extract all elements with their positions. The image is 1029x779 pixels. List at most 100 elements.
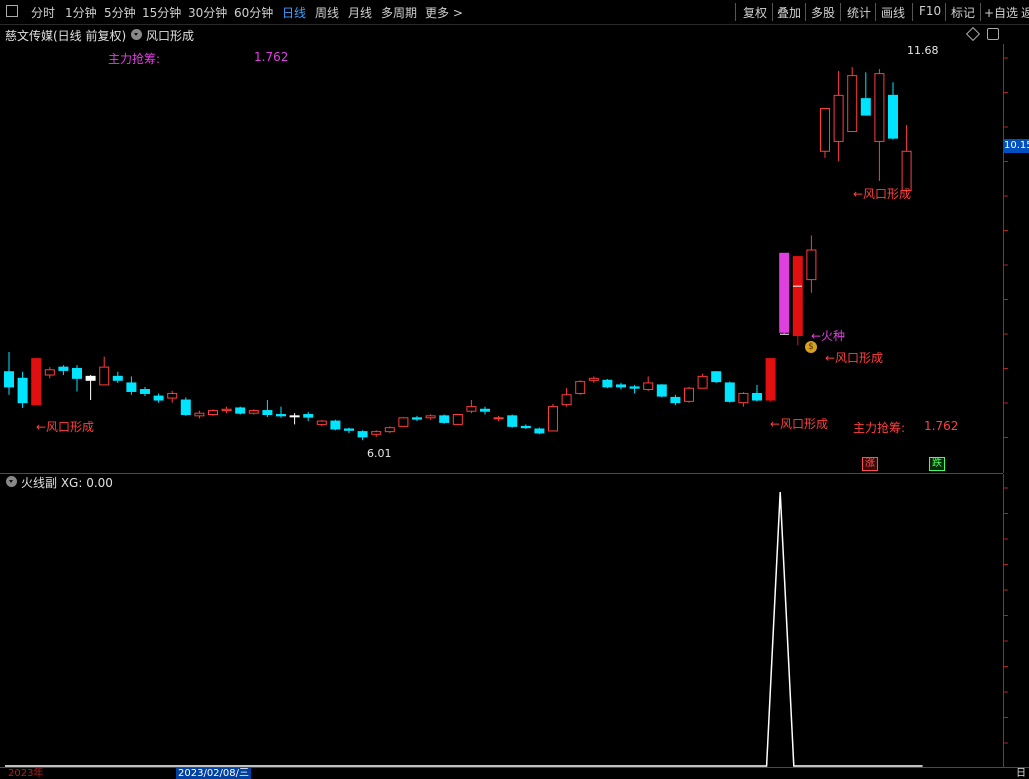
candlestick-chart[interactable]: [0, 44, 1003, 472]
separator: [735, 3, 736, 21]
separator: [945, 3, 946, 21]
period-tab[interactable]: 60分钟: [234, 4, 273, 21]
candle: [765, 358, 776, 402]
candle-body: [860, 98, 871, 116]
candle: [711, 371, 722, 383]
stock-title: 慈文传媒(日线 前复权): [5, 29, 127, 43]
candle-body: [425, 415, 436, 419]
fengkou-label: ←风口形成: [825, 351, 884, 365]
candle-body: [72, 367, 82, 379]
window-restore-icon[interactable]: [6, 5, 18, 17]
candle-body: [112, 375, 123, 381]
period-tab-active[interactable]: 日线: [282, 4, 306, 21]
candle-body: [507, 415, 518, 427]
toolbar: 分时 1分钟 5分钟 15分钟 30分钟 60分钟 日线 周线 月线 多周期 更…: [0, 0, 1029, 25]
stats-button[interactable]: 统计: [847, 4, 871, 21]
candle-body: [208, 410, 218, 416]
period-tab[interactable]: 分时: [31, 4, 55, 21]
die-badge[interactable]: 跌: [929, 457, 945, 471]
candle: [643, 376, 654, 391]
candle: [344, 427, 354, 433]
candle-body: [806, 249, 817, 281]
mark-button[interactable]: 标记: [951, 4, 975, 21]
candle-body: [17, 377, 28, 404]
candle-body: [398, 417, 409, 427]
candle: [371, 430, 382, 437]
candle: [833, 71, 844, 162]
candle-body: [439, 415, 450, 423]
candle-body: [140, 389, 150, 394]
diamond-icon[interactable]: [965, 26, 981, 42]
zhuli-label-bottom: 主力抢筹:: [853, 421, 906, 435]
candle: [44, 367, 55, 379]
candle: [330, 419, 341, 431]
zhang-badge[interactable]: 涨: [862, 457, 878, 471]
candle: [779, 252, 790, 335]
candle-body: [724, 382, 735, 402]
overlay-button[interactable]: 叠加: [777, 4, 801, 21]
candle: [17, 371, 28, 408]
candle-body: [357, 431, 368, 438]
candle-body: [670, 396, 681, 404]
candle-body: [330, 420, 341, 430]
period-tab[interactable]: 5分钟: [104, 4, 136, 21]
add-watchlist-button[interactable]: +自选: [984, 4, 1018, 21]
candle-body: [99, 366, 110, 386]
candle-body: [588, 377, 599, 381]
candle: [357, 430, 368, 441]
indicator-dropdown-icon[interactable]: [131, 29, 142, 40]
candle: [289, 413, 300, 425]
huozhong-label: ←火种: [811, 329, 846, 343]
candle-body: [493, 417, 504, 420]
candle-body: [779, 252, 790, 333]
zhuli-value-bottom: 1.762: [924, 419, 959, 433]
candle-body: [874, 73, 885, 142]
indicator-name: 风口形成: [146, 29, 195, 43]
more-menu[interactable]: 更多 >: [425, 4, 463, 21]
candle: [901, 124, 912, 193]
f10-button[interactable]: F10: [919, 4, 941, 18]
candle: [140, 386, 150, 397]
candle-body: [4, 371, 14, 388]
multi-stock-button[interactable]: 多股: [811, 4, 835, 21]
candle: [167, 390, 178, 403]
fuquan-button[interactable]: 复权: [743, 4, 767, 21]
candle: [276, 406, 286, 418]
separator: [912, 3, 913, 21]
candle-body: [548, 406, 558, 432]
candle-body: [303, 414, 314, 418]
candle-body: [180, 399, 191, 416]
candle-body: [602, 379, 613, 388]
candle-body: [194, 412, 205, 417]
candle: [452, 414, 463, 425]
period-tab[interactable]: 30分钟: [188, 4, 227, 21]
candle-body: [711, 371, 722, 383]
panel-toggle-icon[interactable]: [987, 28, 999, 40]
candle: [874, 69, 885, 181]
candle: [58, 365, 69, 376]
fengkou-label: ←风口形成: [770, 417, 829, 431]
candle-body: [643, 382, 654, 391]
candle-body: [820, 108, 830, 152]
signal-line-chart[interactable]: [0, 474, 1003, 768]
date-axis: 2023年 2023/02/08/三 日: [0, 767, 1029, 779]
candle: [588, 376, 599, 383]
candle: [806, 235, 817, 293]
date-cursor-label: 2023/02/08/三: [176, 768, 252, 779]
draw-line-button[interactable]: 画线: [881, 4, 905, 21]
fengkou-label: ←风口形成: [853, 187, 912, 201]
candle: [548, 403, 558, 432]
period-tab[interactable]: 1分钟: [65, 4, 97, 21]
candle: [248, 409, 259, 415]
candle-body: [629, 386, 640, 389]
period-tab[interactable]: 15分钟: [142, 4, 181, 21]
back-button[interactable]: 返: [1021, 4, 1029, 21]
period-tab[interactable]: 月线: [348, 4, 372, 21]
candle: [847, 67, 858, 133]
candle-body: [262, 410, 273, 416]
period-tab[interactable]: 周线: [315, 4, 339, 21]
candle-body: [480, 408, 490, 412]
candle-body: [31, 358, 42, 406]
period-tab[interactable]: 多周期: [381, 4, 417, 21]
separator: [805, 3, 806, 21]
